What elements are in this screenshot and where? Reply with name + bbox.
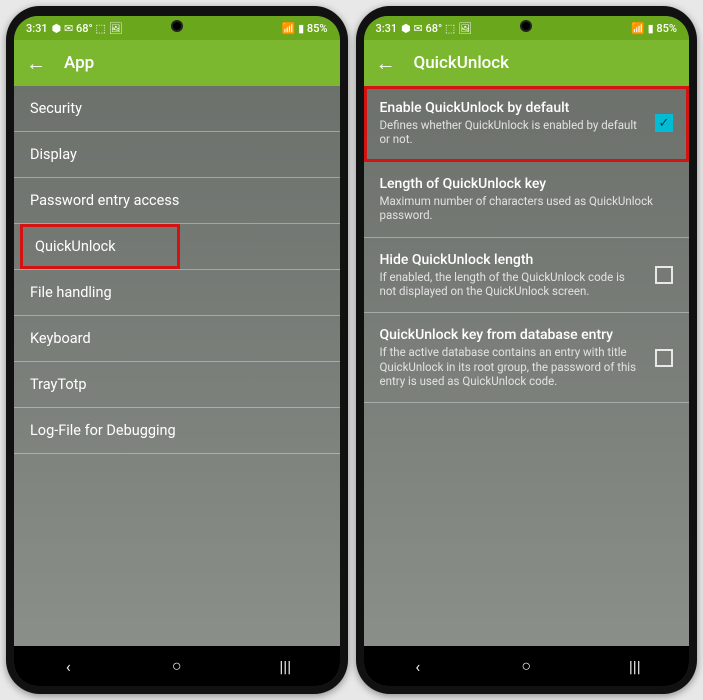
item-title: QuickUnlock key from database entry xyxy=(380,327,642,343)
settings-item-label: Display xyxy=(30,146,77,163)
phone-right: 3:31 ⬢ ✉ 68° ⬚ 🖼 📶 ▮ 85% ← QuickUnlock E… xyxy=(356,6,698,694)
quickunlock-item-0[interactable]: Enable QuickUnlock by default Defines whe… xyxy=(364,86,690,162)
item-title: Length of QuickUnlock key xyxy=(380,176,670,192)
settings-item-quickunlock[interactable]: QuickUnlock xyxy=(14,224,340,270)
quickunlock-settings-list: Enable QuickUnlock by default Defines whe… xyxy=(364,86,690,646)
nav-recent-icon[interactable]: ||| xyxy=(615,657,655,676)
settings-item-password-entry-access[interactable]: Password entry access xyxy=(14,178,340,224)
settings-list: Security Display Password entry access Quic… xyxy=(14,86,340,646)
settings-item-label: File handling xyxy=(30,284,112,301)
item-subtitle: If the active database contains an entry… xyxy=(380,345,642,388)
item-title: Hide QuickUnlock length xyxy=(380,252,642,268)
nav-home-icon[interactable]: ○ xyxy=(157,656,197,676)
appbar-title: QuickUnlock xyxy=(414,53,510,73)
status-right-icons: 📶 ▮ 85% xyxy=(282,22,328,35)
settings-item-label: TrayTotp xyxy=(30,376,87,393)
settings-item-display[interactable]: Display xyxy=(14,132,340,178)
quickunlock-item-3[interactable]: QuickUnlock key from database entry If th… xyxy=(364,313,690,403)
settings-item-label: Keyboard xyxy=(30,330,91,347)
checkbox[interactable] xyxy=(655,349,673,367)
front-camera xyxy=(520,20,532,32)
status-left-icons: ⬢ ✉ 68° ⬚ 🖼 xyxy=(52,22,123,35)
item-title: Enable QuickUnlock by default xyxy=(380,100,642,116)
nav-home-icon[interactable]: ○ xyxy=(506,656,546,676)
settings-item-label: Log-File for Debugging xyxy=(30,422,176,439)
nav-bar: ‹ ○ ||| xyxy=(14,646,340,686)
settings-item-file-handling[interactable]: File handling xyxy=(14,270,340,316)
nav-back-icon[interactable]: ‹ xyxy=(48,657,88,676)
quickunlock-item-2[interactable]: Hide QuickUnlock length If enabled, the l… xyxy=(364,238,690,314)
app-bar: ← QuickUnlock xyxy=(364,40,690,86)
settings-item-log-file-for-debugging[interactable]: Log-File for Debugging xyxy=(14,408,340,454)
settings-item-label: Password entry access xyxy=(30,192,179,209)
status-time: 3:31 xyxy=(376,22,398,35)
settings-item-traytotp[interactable]: TrayTotp xyxy=(14,362,340,408)
settings-item-keyboard[interactable]: Keyboard xyxy=(14,316,340,362)
item-subtitle: Maximum number of characters used as Qui… xyxy=(380,194,670,223)
status-time: 3:31 xyxy=(26,22,48,35)
appbar-title: App xyxy=(64,53,94,73)
nav-recent-icon[interactable]: ||| xyxy=(265,657,305,676)
settings-item-label: Security xyxy=(30,100,82,117)
settings-item-security[interactable]: Security xyxy=(14,86,340,132)
phone-left: 3:31 ⬢ ✉ 68° ⬚ 🖼 📶 ▮ 85% ← App Security D… xyxy=(6,6,348,694)
nav-back-icon[interactable]: ‹ xyxy=(398,657,438,676)
quickunlock-item-1[interactable]: Length of QuickUnlock key Maximum number … xyxy=(364,162,690,238)
front-camera xyxy=(171,20,183,32)
screen-right: 3:31 ⬢ ✉ 68° ⬚ 🖼 📶 ▮ 85% ← QuickUnlock E… xyxy=(364,16,690,686)
back-icon[interactable]: ← xyxy=(376,53,396,73)
checkbox[interactable]: ✓ xyxy=(655,114,673,132)
checkbox[interactable] xyxy=(655,266,673,284)
screen-left: 3:31 ⬢ ✉ 68° ⬚ 🖼 📶 ▮ 85% ← App Security D… xyxy=(14,16,340,686)
status-left-icons: ⬢ ✉ 68° ⬚ 🖼 xyxy=(401,22,472,35)
nav-bar: ‹ ○ ||| xyxy=(364,646,690,686)
app-bar: ← App xyxy=(14,40,340,86)
item-subtitle: If enabled, the length of the QuickUnloc… xyxy=(380,270,642,299)
back-icon[interactable]: ← xyxy=(26,53,46,73)
settings-item-label: QuickUnlock xyxy=(35,238,116,255)
status-right-icons: 📶 ▮ 85% xyxy=(631,22,677,35)
item-subtitle: Defines whether QuickUnlock is enabled b… xyxy=(380,118,642,147)
